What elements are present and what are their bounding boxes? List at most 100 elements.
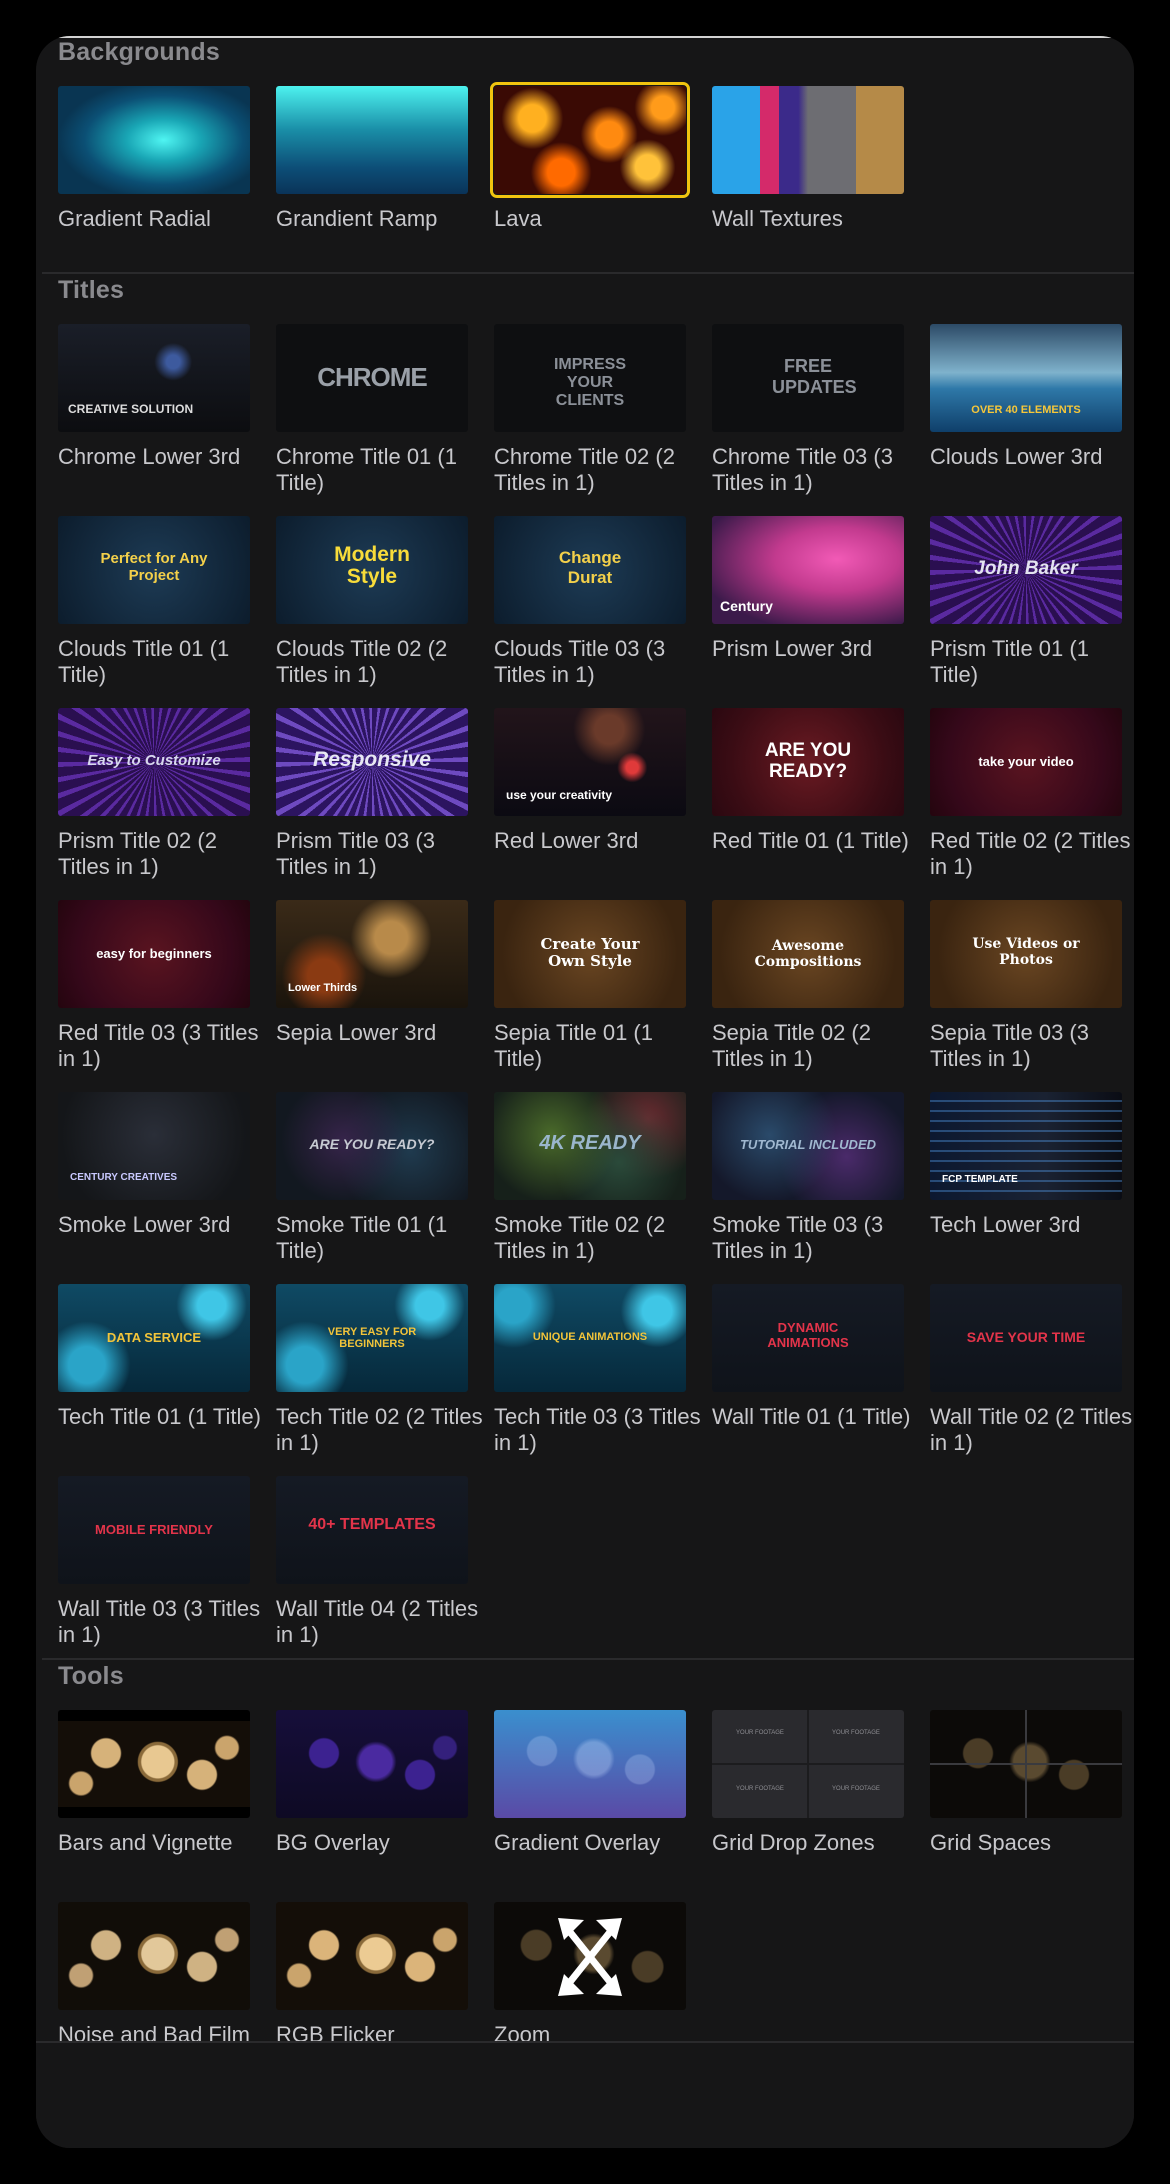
thumbnail-prism-title-02: Easy to Customize — [58, 708, 250, 816]
thumbnail-gradient-radial — [58, 86, 250, 194]
tile-label: Chrome Title 01 (1 Title) — [276, 444, 457, 495]
tile-red-title-03[interactable]: easy for beginners Red Title 03 (3 Title… — [58, 900, 259, 1071]
tile-clouds-title-01[interactable]: Perfect for Any Project Clouds Title 01 … — [58, 516, 250, 687]
tile-chrome-lower-3rd[interactable]: CREATIVE SOLUTION Chrome Lower 3rd — [58, 324, 250, 484]
tile-red-title-01[interactable]: ARE YOU READY? Red Title 01 (1 Title) — [712, 708, 909, 868]
tile-label: Clouds Title 02 (2 Titles in 1) — [276, 636, 448, 687]
thumb-text: OVER 40 ELEMENTS — [971, 404, 1081, 416]
tile-chrome-title-03[interactable]: FREE UPDATES Chrome Title 03 (3 Titles i… — [712, 324, 904, 495]
tile-smoke-lower-3rd[interactable]: CENTURY CREATIVES Smoke Lower 3rd — [58, 1092, 250, 1252]
tile-smoke-title-02[interactable]: 4K READY Smoke Title 02 (2 Titles in 1) — [494, 1092, 686, 1263]
tile-prism-title-03[interactable]: Responsive Prism Title 03 (3 Titles in 1… — [276, 708, 468, 879]
thumbnail-smoke-lower-3rd: CENTURY CREATIVES — [58, 1092, 250, 1200]
tile-wall-title-02[interactable]: SAVE YOUR TIME Wall Title 02 (2 Titles i… — [930, 1284, 1132, 1455]
tile-sepia-title-01[interactable]: Create Your Own Style Sepia Title 01 (1 … — [494, 900, 686, 1071]
tile-grid-spaces[interactable]: Grid Spaces — [930, 1710, 1122, 1870]
tile-zoom[interactable]: Zoom — [494, 1902, 686, 2062]
thumbnail-prism-lower-3rd: Century — [712, 516, 904, 624]
tile-sepia-lower-3rd[interactable]: Lower Thirds Sepia Lower 3rd — [276, 900, 468, 1060]
tile-label: Clouds Title 01 (1 Title) — [58, 636, 230, 687]
tile-label: BG Overlay — [276, 1830, 390, 1855]
tile-gradient-radial[interactable]: Gradient Radial — [58, 86, 250, 246]
tile-label: Chrome Title 03 (3 Titles in 1) — [712, 444, 893, 495]
thumbnail-smoke-title-01: ARE YOU READY? — [276, 1092, 468, 1200]
thumbnail-rgb-flicker — [276, 1902, 468, 2010]
tile-bg-overlay[interactable]: BG Overlay — [276, 1710, 468, 1870]
thumb-text: Lower Thirds — [288, 982, 358, 994]
tile-label: Grid Drop Zones — [712, 1830, 875, 1855]
tile-prism-title-02[interactable]: Easy to Customize Prism Title 02 (2 Titl… — [58, 708, 250, 879]
tile-smoke-title-03[interactable]: TUTORIAL INCLUDED Smoke Title 03 (3 Titl… — [712, 1092, 904, 1263]
tile-gradient-overlay[interactable]: Gradient Overlay — [494, 1710, 686, 1870]
thumbnail-bg-overlay — [276, 1710, 468, 1818]
tile-wall-textures[interactable]: Wall Textures — [712, 86, 904, 246]
tile-clouds-title-02[interactable]: Modern Style Clouds Title 02 (2 Titles i… — [276, 516, 468, 687]
thumbnail-chrome-lower-3rd: CREATIVE SOLUTION — [58, 324, 250, 432]
thumb-text: Use Videos or Photos — [972, 936, 1080, 968]
section-header-backgrounds: Backgrounds — [58, 38, 220, 66]
tile-label: Sepia Title 03 (3 Titles in 1) — [930, 1020, 1089, 1071]
thumb-text: VERY EASY FOR BEGINNERS — [327, 1326, 417, 1350]
tile-label: Tech Title 02 (2 Titles in 1) — [276, 1404, 483, 1455]
tile-tech-lower-3rd[interactable]: FCP TEMPLATE Tech Lower 3rd — [930, 1092, 1122, 1252]
tile-grid-drop-zones[interactable]: YOUR FOOTAGE YOUR FOOTAGE YOUR FOOTAGE Y… — [712, 1710, 904, 1870]
tile-wall-title-01[interactable]: DYNAMIC ANIMATIONS Wall Title 01 (1 Titl… — [712, 1284, 910, 1444]
tile-prism-lower-3rd[interactable]: Century Prism Lower 3rd — [712, 516, 904, 676]
tile-label: Tech Title 03 (3 Titles in 1) — [494, 1404, 701, 1455]
tile-wall-title-03[interactable]: MOBILE FRIENDLY Wall Title 03 (3 Titles … — [58, 1476, 260, 1647]
tile-gradient-ramp[interactable]: Grandient Ramp — [276, 86, 468, 246]
section-header-tools: Tools — [58, 1662, 124, 1690]
tile-label: Sepia Title 02 (2 Titles in 1) — [712, 1020, 871, 1071]
tile-tech-title-02[interactable]: VERY EASY FOR BEGINNERS Tech Title 02 (2… — [276, 1284, 483, 1455]
tile-clouds-title-03[interactable]: Change Durat Clouds Title 03 (3 Titles i… — [494, 516, 686, 687]
tile-smoke-title-01[interactable]: ARE YOU READY? Smoke Title 01 (1 Title) — [276, 1092, 468, 1263]
tile-rgb-flicker[interactable]: RGB Flicker — [276, 1902, 468, 2062]
tile-label: Red Title 01 (1 Title) — [712, 828, 909, 853]
tile-tech-title-01[interactable]: DATA SERVICE Tech Title 01 (1 Title) — [58, 1284, 261, 1444]
thumbnail-chrome-title-01: CHROME — [276, 324, 468, 432]
tile-noise-and-bad-film[interactable]: Noise and Bad Film — [58, 1902, 250, 2062]
tile-sepia-title-03[interactable]: Use Videos or Photos Sepia Title 03 (3 T… — [930, 900, 1122, 1071]
tile-label: Gradient Overlay — [494, 1830, 661, 1855]
thumb-text: Awesome Compositions — [754, 938, 862, 970]
tile-chrome-title-01[interactable]: CHROME Chrome Title 01 (1 Title) — [276, 324, 468, 495]
thumbnail-red-lower-3rd: use your creativity — [494, 708, 686, 816]
tile-wall-title-04[interactable]: 40+ TEMPLATES Wall Title 04 (2 Titles in… — [276, 1476, 478, 1647]
thumbnail-red-title-03: easy for beginners — [58, 900, 250, 1008]
effects-browser-panel: Backgrounds Gradient Radial Grandient Ra… — [36, 36, 1134, 2148]
thumbnail-prism-title-01: John Baker — [930, 516, 1122, 624]
thumbnail-sepia-title-02: Awesome Compositions — [712, 900, 904, 1008]
thumbnail-wall-title-01: DYNAMIC ANIMATIONS — [712, 1284, 904, 1392]
thumb-text: UNIQUE ANIMATIONS — [532, 1331, 648, 1343]
thumb-text: IMPRESS YOUR CLIENTS — [553, 356, 626, 409]
tile-label: Wall Title 01 (1 Title) — [712, 1404, 911, 1429]
tile-label: Lava — [494, 206, 542, 231]
thumb-text: CENTURY CREATIVES — [70, 1172, 178, 1183]
tile-label: Smoke Title 01 (1 Title) — [276, 1212, 448, 1263]
tile-red-lower-3rd[interactable]: use your creativity Red Lower 3rd — [494, 708, 686, 868]
tile-chrome-title-02[interactable]: IMPRESS YOUR CLIENTS Chrome Title 02 (2 … — [494, 324, 686, 495]
tile-clouds-lower-3rd[interactable]: OVER 40 ELEMENTS Clouds Lower 3rd — [930, 324, 1122, 484]
tile-label: Sepia Lower 3rd — [276, 1020, 437, 1045]
thumbnail-zoom — [494, 1902, 686, 2010]
thumb-text: CREATIVE SOLUTION — [68, 402, 194, 416]
tile-lava[interactable]: Lava — [490, 82, 690, 246]
tile-label: Prism Title 03 (3 Titles in 1) — [276, 828, 435, 879]
tile-bars-and-vignette[interactable]: Bars and Vignette — [58, 1710, 250, 1870]
tile-label: Wall Title 02 (2 Titles in 1) — [930, 1404, 1133, 1455]
thumbnail-tech-title-03: UNIQUE ANIMATIONS — [494, 1284, 686, 1392]
tile-red-title-02[interactable]: take your video Red Title 02 (2 Titles i… — [930, 708, 1131, 879]
thumbnail-gradient-overlay — [494, 1710, 686, 1818]
thumb-text: YOUR FOOTAGE — [736, 1730, 784, 1736]
thumbnail-smoke-title-03: TUTORIAL INCLUDED — [712, 1092, 904, 1200]
thumb-text: YOUR FOOTAGE — [736, 1786, 784, 1792]
thumbnail-clouds-title-01: Perfect for Any Project — [58, 516, 250, 624]
tile-label: Grandient Ramp — [276, 206, 438, 231]
thumb-text: John Baker — [974, 558, 1078, 579]
tile-prism-title-01[interactable]: John Baker Prism Title 01 (1 Title) — [930, 516, 1122, 687]
tile-tech-title-03[interactable]: UNIQUE ANIMATIONS Tech Title 03 (3 Title… — [494, 1284, 701, 1455]
tile-sepia-title-02[interactable]: Awesome Compositions Sepia Title 02 (2 T… — [712, 900, 904, 1071]
tile-label: Red Title 03 (3 Titles in 1) — [58, 1020, 259, 1071]
tile-label: Smoke Title 02 (2 Titles in 1) — [494, 1212, 666, 1263]
thumb-text: YOUR FOOTAGE — [832, 1730, 880, 1736]
